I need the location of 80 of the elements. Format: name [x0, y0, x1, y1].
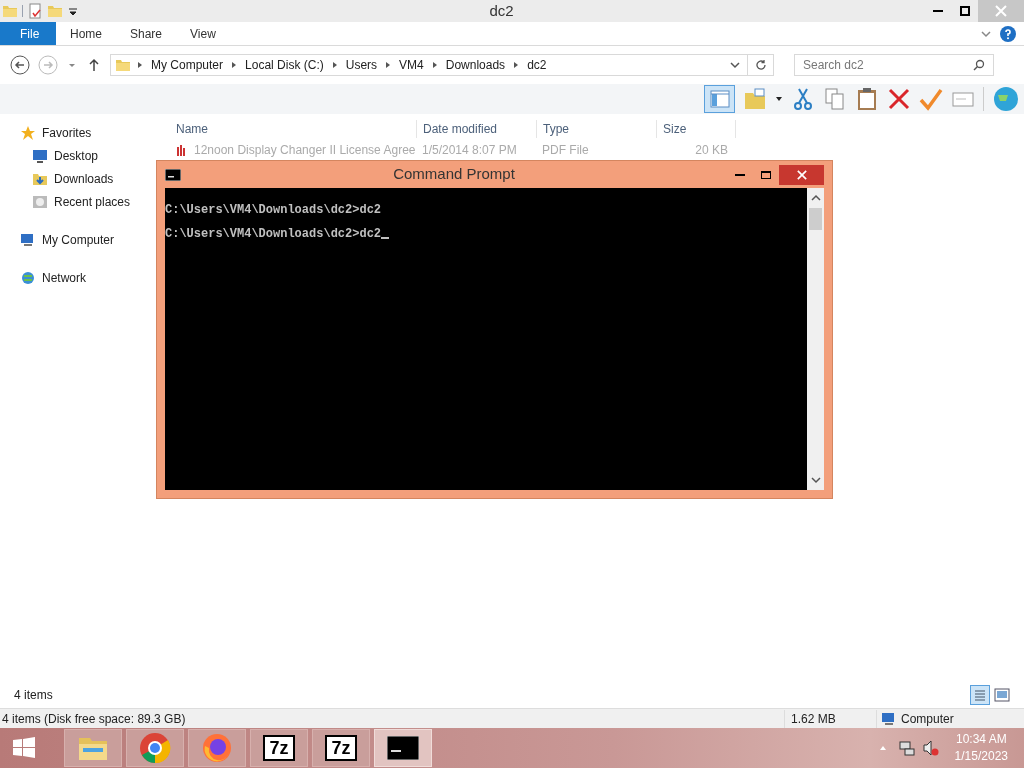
item-count: 4 items: [14, 687, 54, 704]
muted-speaker-icon[interactable]: [922, 740, 939, 756]
status-location: Computer: [901, 710, 954, 728]
address-bar[interactable]: My Computer Local Disk (C:) Users VM4 Downloads dc2: [110, 54, 774, 76]
status-text: 4 items (Disk free space: 89.3 GB): [1, 710, 187, 728]
breadcrumb[interactable]: Users: [343, 56, 380, 74]
ribbon-tab[interactable]: Share: [116, 22, 177, 45]
archive-app-icon: 7z: [325, 735, 357, 761]
column-header[interactable]: Size: [656, 120, 736, 138]
breadcrumb[interactable]: dc2: [525, 56, 549, 74]
recent-icon: [32, 194, 48, 210]
folder-icon: [32, 171, 48, 187]
windows-start-button[interactable]: [12, 736, 36, 760]
console-line: C:\Users\VM4\Downloads\dc2>dc2: [165, 202, 382, 219]
column-header[interactable]: Name: [156, 120, 416, 138]
nav-item[interactable]: Downloads: [20, 170, 156, 188]
nav-item[interactable]: Desktop: [20, 147, 156, 165]
search-icon: [973, 59, 985, 71]
refresh-icon: [754, 59, 767, 71]
taskbar-button[interactable]: 7z: [312, 729, 370, 767]
new-folder-icon: [47, 3, 63, 19]
taskbar-button[interactable]: [374, 729, 432, 767]
close-icon: [796, 169, 807, 180]
scroll-down-icon[interactable]: [810, 474, 821, 486]
star-icon: [20, 125, 36, 141]
status-size: 1.62 MB: [784, 709, 876, 728]
search-field[interactable]: Search dc2: [794, 54, 994, 76]
list-icon: [974, 689, 986, 701]
archive-app-icon: 7z: [263, 735, 295, 761]
network-icon[interactable]: [898, 740, 915, 756]
dropdown-icon[interactable]: [775, 95, 783, 103]
type-cell-text: PDF File: [541, 142, 590, 159]
window-title: dc2: [488, 0, 515, 21]
checkmark-icon[interactable]: [919, 87, 943, 111]
nav-item[interactable]: My Computer: [20, 231, 156, 249]
breadcrumb[interactable]: Local Disk (C:): [243, 56, 326, 74]
chevron-down-icon[interactable]: [729, 59, 741, 71]
console-line: C:\Users\VM4\Downloads\dc2>dc2: [165, 226, 382, 243]
scissors-icon[interactable]: [791, 87, 815, 111]
nav-item[interactable]: Favorites: [20, 124, 156, 142]
layout-pane-icon: [709, 89, 730, 109]
firefox-icon: [201, 732, 233, 764]
window-title: Command Prompt: [392, 164, 516, 185]
ribbon-tab[interactable]: View: [176, 22, 230, 45]
size-cell-text: 20 KB: [694, 142, 729, 159]
nav-item[interactable]: Recent places: [20, 193, 156, 211]
close-button[interactable]: [779, 164, 824, 185]
breadcrumb[interactable]: My Computer: [149, 56, 226, 74]
breadcrumb[interactable]: Downloads: [443, 56, 508, 74]
folder-icon: [2, 3, 18, 19]
pdf-icon: [176, 144, 188, 156]
scrollbar[interactable]: [807, 188, 824, 490]
console-icon: [387, 736, 419, 760]
computer-icon: [881, 710, 897, 727]
folder-icon: [115, 57, 131, 73]
taskbar-button[interactable]: 7z: [250, 729, 308, 767]
picture-view-icon[interactable]: [994, 687, 1010, 703]
date-cell-text: 1/5/2014 8:07 PM: [421, 142, 518, 159]
file-name-text: 12noon Display Changer II License Agree: [194, 142, 416, 159]
ribbon-tab[interactable]: Home: [56, 22, 116, 45]
back-button[interactable]: [10, 55, 30, 75]
dropdown-icon[interactable]: [67, 5, 79, 17]
nav-item[interactable]: Network: [20, 269, 156, 287]
column-header[interactable]: Type: [536, 120, 656, 138]
globe-icon: [20, 270, 36, 286]
help-icon[interactable]: [1000, 25, 1016, 42]
layout-pane-button[interactable]: [704, 85, 735, 113]
computer-icon: [20, 232, 36, 248]
scroll-thumb[interactable]: [809, 208, 822, 230]
column-header[interactable]: Date modified: [416, 120, 536, 138]
chrome-icon: [139, 732, 171, 764]
file-tab[interactable]: File: [0, 22, 56, 45]
clipboard-icon[interactable]: [855, 87, 879, 111]
delete-icon[interactable]: [887, 87, 911, 111]
console-icon: [165, 168, 181, 181]
breadcrumb[interactable]: VM4: [397, 56, 426, 74]
globe-icon[interactable]: [992, 85, 1020, 113]
close-icon: [995, 5, 1007, 17]
properties-icon[interactable]: [27, 3, 43, 19]
monitor-icon: [32, 148, 48, 164]
